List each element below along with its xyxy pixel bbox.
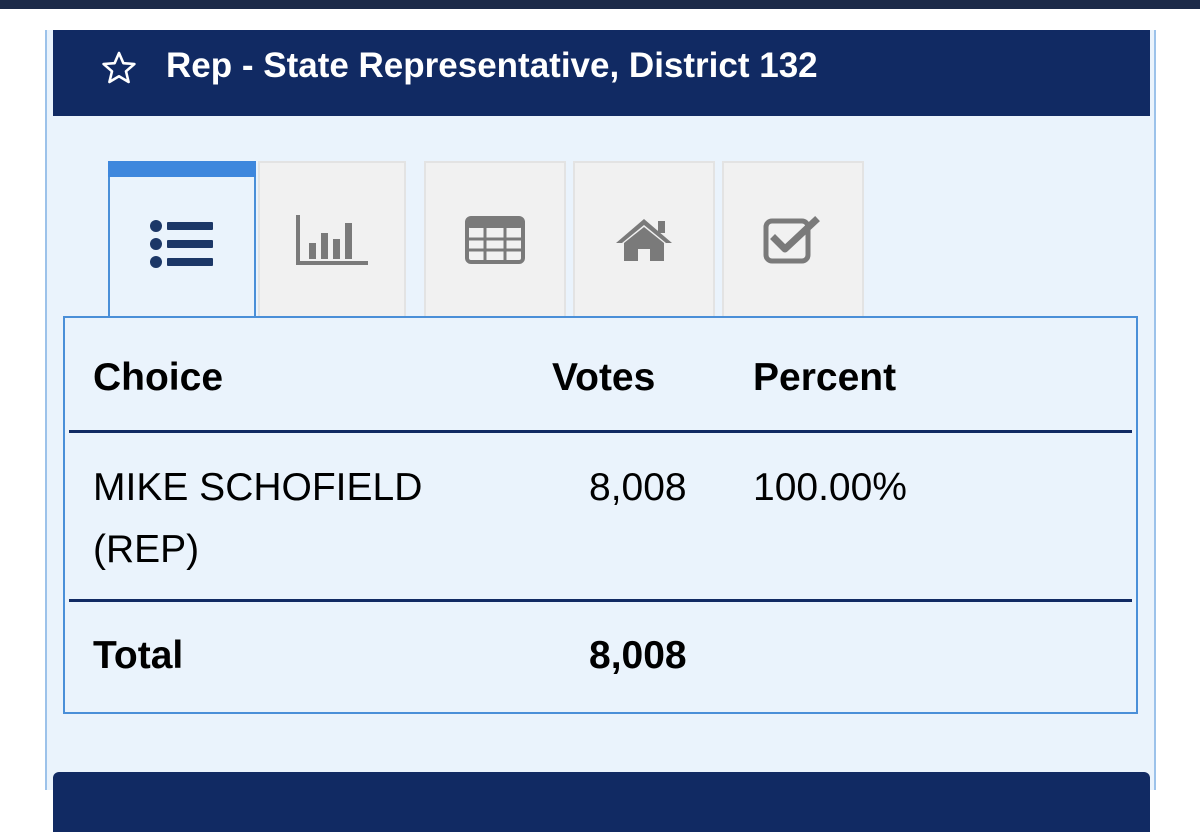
contest-panel: Rep - State Representative, District 132 [45,30,1156,832]
contest-title: Rep - State Representative, District 132 [166,46,818,85]
bar-chart-icon [296,215,368,265]
candidate-votes: 8,008 [589,466,687,509]
tab-chart-view[interactable] [258,161,406,317]
row-divider [69,599,1132,602]
candidate-party: (REP) [93,528,200,571]
total-label: Total [93,634,184,677]
tab-precinct-view[interactable] [573,161,715,317]
home-icon [616,219,672,261]
header-divider [69,430,1132,433]
favorite-star-icon[interactable] [101,50,137,86]
candidate-percent: 100.00% [753,466,907,509]
checkbox-icon [763,216,820,264]
contest-header: Rep - State Representative, District 132 [53,30,1150,116]
column-header-percent: Percent [753,356,897,399]
top-navigation-bar [0,0,1200,9]
tab-list-view[interactable] [108,161,256,317]
table-grid-icon [465,216,525,264]
column-header-votes: Votes [552,356,656,399]
results-table: Choice Votes Percent MIKE SCHOFIELD (REP… [63,316,1138,714]
tab-ballot-view[interactable] [722,161,864,317]
next-contest-header [53,772,1150,832]
tab-table-view[interactable] [424,161,566,317]
column-header-choice: Choice [93,356,224,399]
candidate-name: MIKE SCHOFIELD [93,466,423,509]
total-votes: 8,008 [589,634,687,677]
list-icon [150,220,213,268]
